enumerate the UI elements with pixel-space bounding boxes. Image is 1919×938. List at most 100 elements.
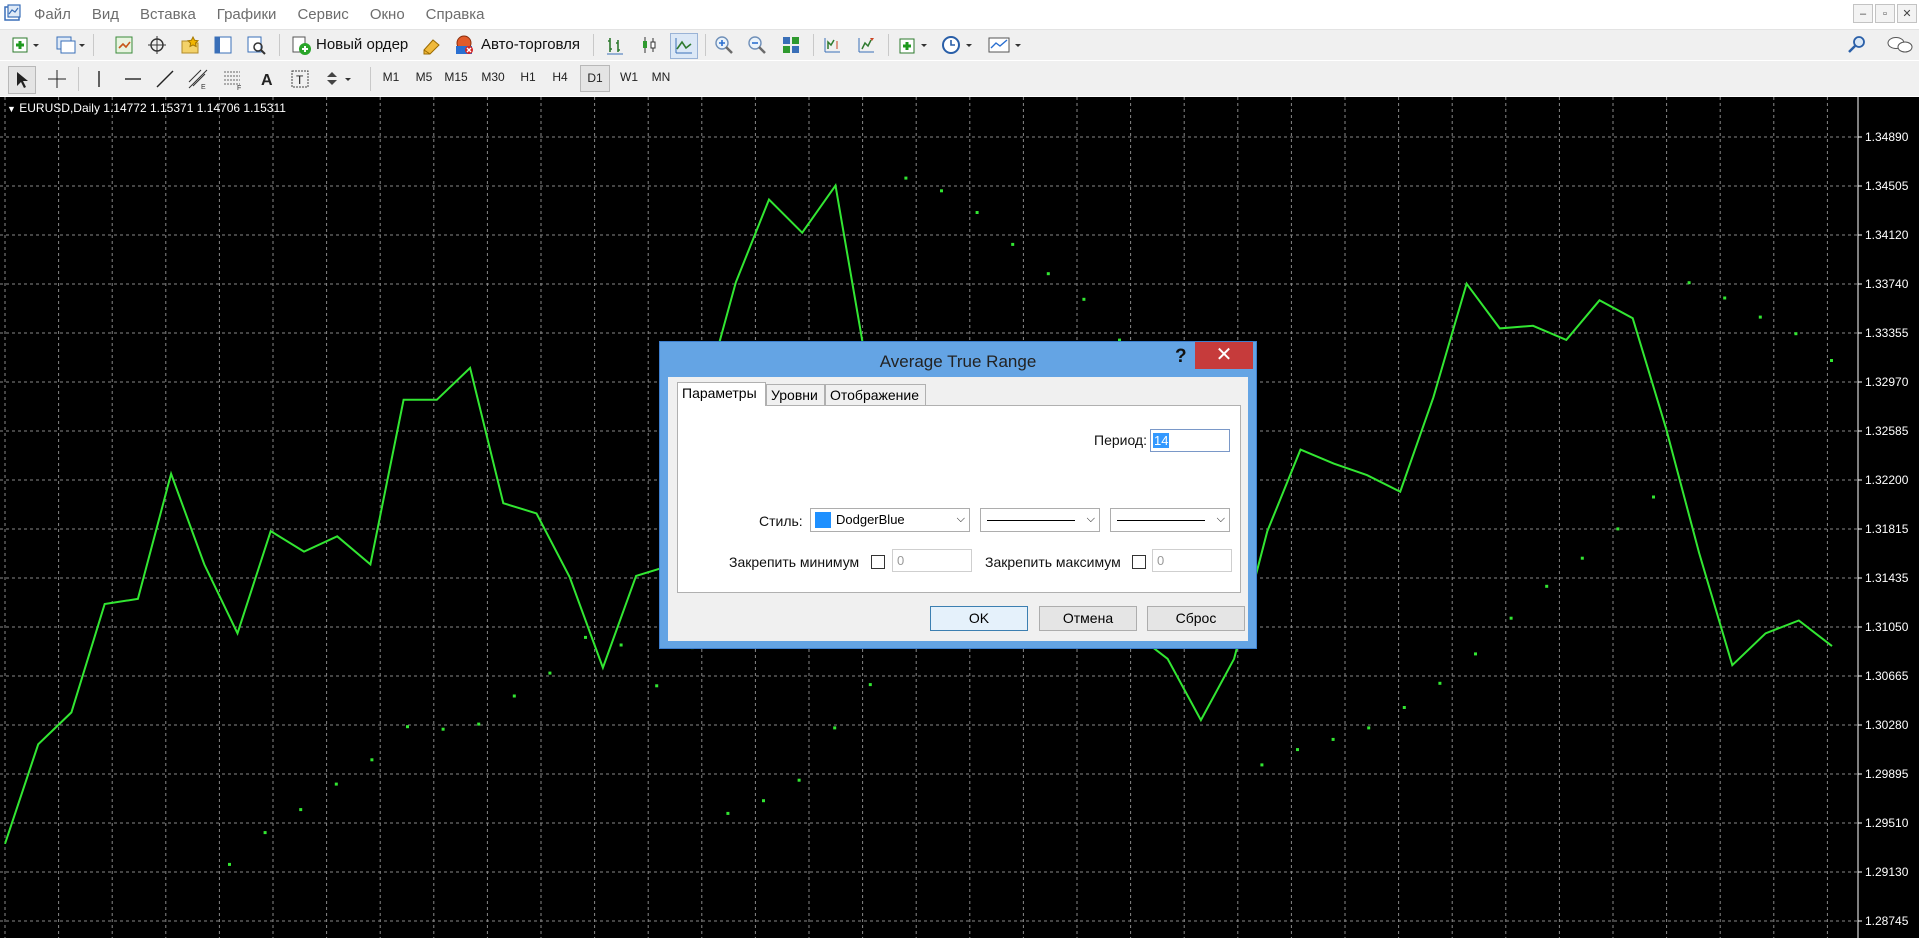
horizontal-line-button[interactable] — [120, 66, 146, 92]
bar-chart-button[interactable] — [603, 33, 627, 57]
sar-dot — [1545, 584, 1549, 588]
fibonacci-button[interactable]: F — [220, 66, 246, 92]
timeframe-mn-button[interactable]: MN — [646, 70, 676, 84]
new-order-button[interactable]: Новый ордер — [316, 36, 408, 53]
terminal-button[interactable] — [211, 33, 235, 57]
periods-button[interactable] — [939, 33, 977, 57]
help-button[interactable]: ? — [1175, 346, 1187, 368]
metaeditor-button[interactable] — [420, 33, 444, 57]
sar-dot — [548, 671, 552, 675]
timeframe-w1-button[interactable]: W1 — [614, 70, 644, 84]
chart-symbol-info: EURUSD,Daily 1.14772 1.15371 1.14706 1.1… — [19, 101, 286, 115]
restore-button[interactable]: ▫ — [1875, 4, 1895, 23]
chevron-down-icon: ⌵ — [1216, 513, 1225, 525]
menu-item-4[interactable]: Сервис — [297, 6, 348, 23]
menu-item-3[interactable]: Графики — [217, 6, 277, 23]
sar-dot — [904, 176, 908, 180]
strategy-tester-button[interactable] — [244, 33, 268, 57]
indicator-dialog: Average True Range ? ✕ Параметры Уровни … — [659, 341, 1257, 649]
timeframe-m15-button[interactable]: M15 — [441, 70, 471, 84]
menu-item-5[interactable]: Окно — [370, 6, 405, 23]
search-button[interactable] — [1845, 33, 1869, 57]
minimize-button[interactable]: – — [1853, 4, 1873, 23]
crosshair-target-icon — [148, 36, 166, 54]
tab-parameters[interactable]: Параметры — [677, 382, 766, 406]
autotrading-icon-wrap[interactable] — [452, 33, 476, 57]
y-tick-label: 1.29510 — [1865, 816, 1909, 830]
sar-dot — [370, 758, 374, 762]
thin-line-icon — [1117, 520, 1205, 521]
close-window-button[interactable]: ✕ — [1897, 4, 1917, 23]
timeframe-m30-button[interactable]: M30 — [478, 70, 508, 84]
tile-windows-button[interactable] — [779, 33, 803, 57]
zoom-out-button[interactable] — [745, 33, 769, 57]
line-chart-button[interactable] — [670, 33, 698, 59]
text-button[interactable]: A — [254, 66, 280, 92]
new-order-icon-wrap[interactable] — [289, 33, 313, 57]
templates-button[interactable] — [986, 33, 1026, 57]
timeframe-h1-button[interactable]: H1 — [513, 70, 543, 84]
color-select[interactable]: DodgerBlue ⌵ — [810, 508, 970, 532]
navigator-button[interactable] — [178, 33, 202, 57]
cursor-arrow-icon — [17, 72, 28, 88]
arrows-icon — [327, 72, 351, 85]
chart-menu-triangle-icon[interactable]: ▼ — [7, 104, 16, 114]
cancel-button[interactable]: Отмена — [1039, 606, 1137, 631]
fix-maximum-input[interactable]: 0 — [1152, 549, 1232, 572]
tab-visualization[interactable]: Отображение — [825, 384, 926, 405]
vertical-line-button[interactable] — [86, 66, 112, 92]
ok-button[interactable]: OK — [930, 606, 1028, 631]
style-label: Стиль: — [759, 513, 803, 529]
tab-levels[interactable]: Уровни — [766, 384, 825, 405]
fix-maximum-label: Закрепить максимум — [985, 554, 1121, 570]
timeframe-m1-button[interactable]: M1 — [376, 70, 406, 84]
sar-dot — [1331, 737, 1335, 741]
menu-item-0[interactable]: Файл — [34, 6, 71, 23]
candlestick-chart-button[interactable] — [637, 33, 661, 57]
timeframe-d1-button[interactable]: D1 — [580, 65, 610, 92]
chart-shift-icon — [824, 38, 840, 53]
text-label-button[interactable]: T — [287, 66, 313, 92]
timeframe-m5-button[interactable]: M5 — [409, 70, 439, 84]
strategy-tester-icon — [247, 36, 266, 55]
trendline-button[interactable] — [152, 66, 178, 92]
menu-item-6[interactable]: Справка — [426, 6, 485, 23]
y-tick-label: 1.34890 — [1865, 130, 1909, 144]
timeframe-h4-button[interactable]: H4 — [545, 70, 575, 84]
sar-dot — [512, 694, 516, 698]
market-watch-button[interactable] — [112, 33, 136, 57]
sar-dot — [1402, 706, 1406, 709]
auto-scroll-button[interactable] — [854, 33, 878, 57]
menu-item-2[interactable]: Вставка — [140, 6, 196, 23]
indicators-button[interactable] — [896, 33, 932, 57]
crosshair-button[interactable] — [44, 66, 70, 92]
sar-dot — [1509, 616, 1513, 620]
chart-shift-button[interactable] — [820, 33, 844, 57]
data-window-button[interactable] — [145, 33, 169, 57]
zoom-in-button[interactable] — [712, 33, 736, 57]
sar-dot — [940, 189, 943, 193]
dialog-close-button[interactable]: ✕ — [1195, 342, 1253, 369]
channel-button[interactable]: E — [185, 66, 211, 92]
autotrading-button[interactable]: Авто-торговля — [481, 36, 580, 53]
reset-button[interactable]: Сброс — [1147, 606, 1245, 631]
sar-dot — [441, 727, 445, 731]
fix-maximum-checkbox[interactable] — [1132, 555, 1146, 569]
chat-button[interactable] — [1885, 33, 1915, 57]
period-input[interactable]: 14 — [1150, 429, 1230, 452]
menu-item-1[interactable]: Вид — [92, 6, 119, 23]
line-style-select[interactable]: ⌵ — [980, 508, 1100, 532]
fix-minimum-input[interactable]: 0 — [892, 549, 972, 572]
new-chart-button[interactable] — [10, 33, 42, 57]
arrows-button[interactable] — [322, 66, 358, 92]
y-tick-label: 1.32585 — [1865, 424, 1909, 438]
profiles-button[interactable] — [54, 33, 88, 57]
sar-dot — [477, 722, 481, 726]
zoom-out-icon — [748, 36, 766, 54]
new-order-icon — [292, 36, 311, 55]
fix-minimum-checkbox[interactable] — [871, 555, 885, 569]
sar-dot — [619, 643, 623, 647]
line-width-select[interactable]: ⌵ — [1110, 508, 1230, 532]
cursor-button[interactable] — [8, 66, 36, 94]
text-tool-icon: A — [261, 72, 273, 89]
